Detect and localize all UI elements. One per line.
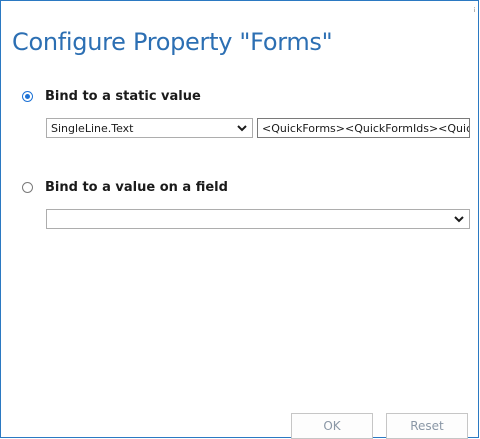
static-value-label[interactable]: Bind to a static value — [45, 89, 201, 104]
chevron-down-icon — [454, 216, 464, 223]
value-type-select-value: SingleLine.Text — [51, 121, 134, 135]
static-value-option[interactable]: Bind to a static value — [22, 89, 201, 104]
dialog-title: Configure Property "Forms" — [12, 28, 333, 56]
value-type-select[interactable]: SingleLine.Text — [46, 118, 253, 138]
field-value-option[interactable]: Bind to a value on a field — [22, 180, 228, 195]
field-select[interactable] — [46, 209, 470, 229]
corner-mark: ꜟ — [472, 1, 476, 15]
configure-property-dialog: ꜟ Configure Property "Forms" Bind to a s… — [0, 0, 479, 439]
static-value-input[interactable]: <QuickForms><QuickFormIds><QuickFo — [257, 118, 470, 138]
reset-button[interactable]: Reset — [386, 413, 468, 439]
static-value-radio[interactable] — [22, 91, 33, 102]
chevron-down-icon — [237, 125, 247, 132]
ok-button[interactable]: OK — [291, 413, 373, 439]
field-value-radio[interactable] — [22, 182, 33, 193]
static-value-input-text: <QuickForms><QuickFormIds><QuickFo — [262, 121, 470, 135]
field-value-label[interactable]: Bind to a value on a field — [45, 180, 228, 195]
